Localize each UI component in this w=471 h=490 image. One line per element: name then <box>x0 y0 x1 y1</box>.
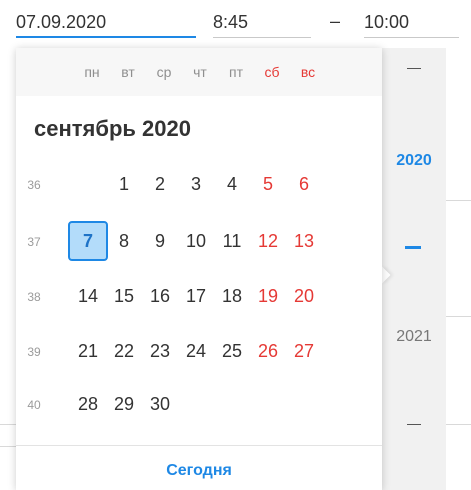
weekday-label: ср <box>156 64 172 80</box>
calendar-day[interactable]: 21 <box>70 333 106 369</box>
active-year-marker <box>405 246 421 249</box>
calendar-day[interactable]: 3 <box>178 166 214 202</box>
week-number: 38 <box>27 290 41 304</box>
date-input[interactable]: 07.09.2020 <box>16 0 196 38</box>
week-number: 39 <box>27 345 41 359</box>
calendar-day[interactable]: 20 <box>286 278 322 314</box>
date-input-underline <box>16 36 196 38</box>
calendar-day[interactable]: 12 <box>250 223 286 259</box>
calendar-day[interactable]: 11 <box>214 223 250 259</box>
background-divider <box>0 424 16 425</box>
time-start-input[interactable]: 8:45 <box>213 0 311 38</box>
calendar-day[interactable]: 22 <box>106 333 142 369</box>
weekday-header: пн вт ср чт пт сб вс <box>16 48 382 96</box>
time-range-separator: – <box>330 11 341 31</box>
year-2021[interactable]: 2021 <box>382 328 446 346</box>
calendar-day[interactable]: 8 <box>106 223 142 259</box>
calendar-day[interactable]: 1 <box>106 166 142 202</box>
calendar-day[interactable]: 17 <box>178 278 214 314</box>
calendar-day[interactable]: 10 <box>178 223 214 259</box>
calendar-day[interactable]: 25 <box>214 333 250 369</box>
calendar-day[interactable]: 5 <box>250 166 286 202</box>
calendar-day[interactable]: 26 <box>250 333 286 369</box>
calendar-day[interactable]: 6 <box>286 166 322 202</box>
calendar-day[interactable]: 9 <box>142 223 178 259</box>
week-number: 36 <box>27 178 41 192</box>
weekday-label: вс <box>300 64 316 80</box>
weekday-label: вт <box>121 64 135 80</box>
calendar-day[interactable]: 15 <box>106 278 142 314</box>
date-input-value: 07.09.2020 <box>16 12 107 32</box>
calendar-day[interactable]: 19 <box>250 278 286 314</box>
year-tick <box>407 68 421 69</box>
background-divider <box>446 424 471 425</box>
weekday-label: пт <box>229 64 243 80</box>
calendar-day[interactable]: 13 <box>286 223 322 259</box>
calendar-day[interactable]: 4 <box>214 166 250 202</box>
time-end-input[interactable]: 10:00 <box>364 0 459 38</box>
time-end-value: 10:00 <box>364 12 410 32</box>
week-number: 37 <box>27 235 41 249</box>
background-divider <box>0 446 16 447</box>
weekday-label: пн <box>84 64 100 80</box>
calendar-day[interactable]: 18 <box>214 278 250 314</box>
calendar-day[interactable]: 29 <box>106 386 142 422</box>
year-2020[interactable]: 2020 <box>382 152 446 170</box>
year-tick <box>407 424 421 425</box>
week-number: 40 <box>27 398 41 412</box>
calendar-day[interactable]: 23 <box>142 333 178 369</box>
calendar-day[interactable]: 16 <box>142 278 178 314</box>
weekday-label: сб <box>264 64 280 80</box>
calendar-day[interactable]: 30 <box>142 386 178 422</box>
background-divider <box>446 316 471 317</box>
selected-day[interactable]: 7 <box>68 221 108 261</box>
time-start-underline <box>213 37 311 38</box>
time-end-underline <box>364 37 459 38</box>
calendar-popup: пн вт ср чт пт сб вс сентябрь 2020 36 1 2 3 4 5 6 37 7… <box>16 48 382 490</box>
month-title: сентябрь 2020 <box>34 116 191 141</box>
calendar-day[interactable]: 28 <box>70 386 106 422</box>
calendar-day[interactable]: 14 <box>70 278 106 314</box>
today-button[interactable]: Сегодня <box>16 462 382 480</box>
year-picker[interactable]: 2020 2021 <box>382 48 446 490</box>
weekday-label: чт <box>193 64 207 80</box>
background-divider <box>446 200 471 201</box>
calendar-day[interactable]: 2 <box>142 166 178 202</box>
calendar-day[interactable]: 27 <box>286 333 322 369</box>
time-start-value: 8:45 <box>213 12 249 32</box>
calendar-day[interactable]: 24 <box>178 333 214 369</box>
popup-footer: Сегодня <box>16 445 382 490</box>
